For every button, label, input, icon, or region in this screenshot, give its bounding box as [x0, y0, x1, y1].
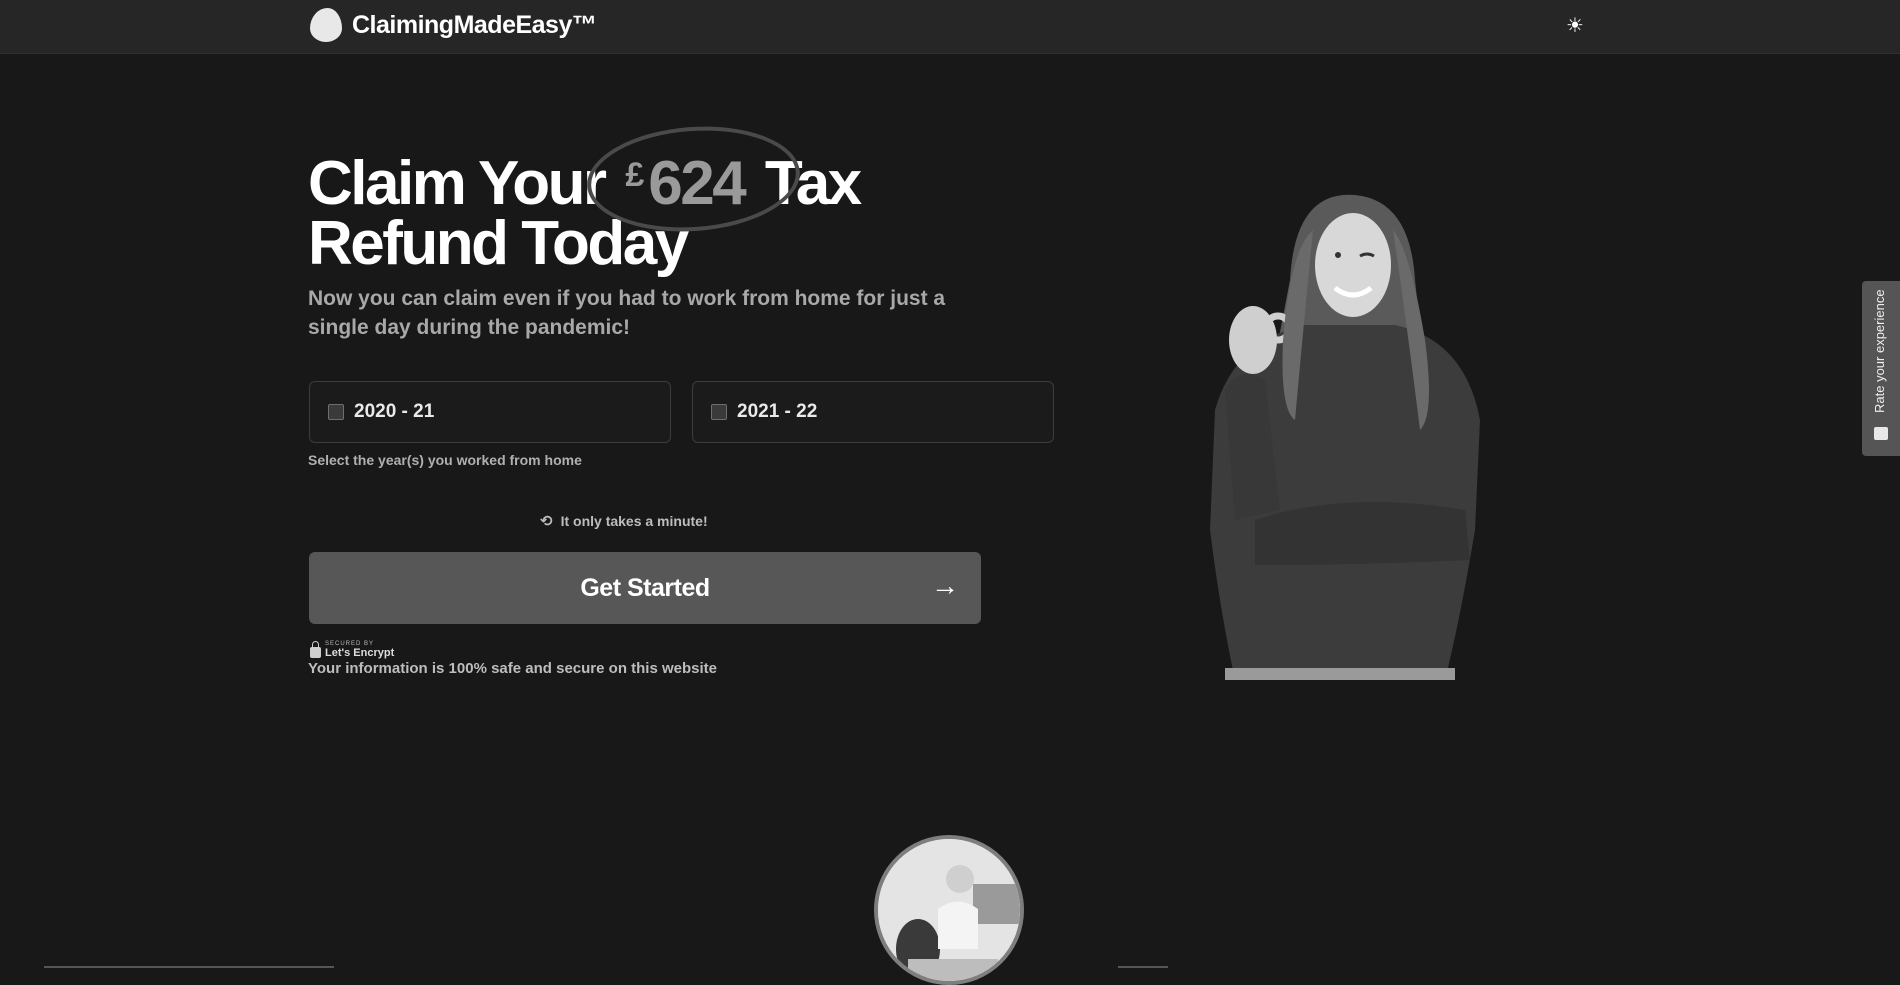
time-note: ⟲ It only takes a minute! [540, 512, 708, 530]
hero-title: Claim Your £624 Tax Refund Today [308, 119, 862, 278]
top-navbar: ClaimingMadeEasy™ ☀ [0, 0, 1900, 54]
feedback-icon [1874, 427, 1888, 440]
checkbox[interactable] [711, 404, 727, 420]
history-clock-icon: ⟲ [540, 513, 553, 530]
divider [44, 966, 334, 968]
year-label: 2020 - 21 [354, 401, 435, 422]
lock-icon [310, 640, 321, 658]
divider [1118, 966, 1168, 968]
year-label: 2021 - 22 [737, 401, 818, 422]
theme-toggle-button[interactable]: ☀ [1560, 12, 1590, 38]
hero-subtitle: Now you can claim even if you had to wor… [308, 287, 946, 339]
get-started-button[interactable]: Get Started → [309, 552, 981, 624]
sun-icon: ☀ [1566, 14, 1584, 37]
feedback-label: Rate your experience [1872, 289, 1887, 413]
hero-title-part1: Claim Your [308, 149, 607, 218]
hero-woman-image [1195, 190, 1495, 680]
brand-logo[interactable]: ClaimingMadeEasy™ [310, 8, 597, 42]
testimonial-avatar [874, 835, 1024, 985]
checkbox[interactable] [328, 404, 344, 420]
security-text: Your information is 100% safe and secure… [308, 660, 717, 677]
year-help-text: Select the year(s) you worked from home [308, 452, 582, 468]
arrow-right-icon: → [931, 570, 959, 601]
badge-name: Let's Encrypt [325, 647, 395, 659]
droplet-logo-icon [310, 8, 342, 42]
rate-experience-tab[interactable]: Rate your experience [1862, 281, 1900, 456]
hero-title-line2: Refund Today [308, 209, 689, 278]
get-started-label: Get Started [580, 573, 710, 602]
brand-name: ClaimingMadeEasy™ [352, 10, 597, 39]
time-note-text: It only takes a minute! [560, 513, 708, 529]
year-option-2021-22[interactable]: 2021 - 22 [692, 381, 1054, 443]
year-option-2020-21[interactable]: 2020 - 21 [309, 381, 671, 443]
refund-amount: £624 [583, 119, 804, 239]
lets-encrypt-badge: SECURED BY Let's Encrypt [310, 640, 395, 659]
